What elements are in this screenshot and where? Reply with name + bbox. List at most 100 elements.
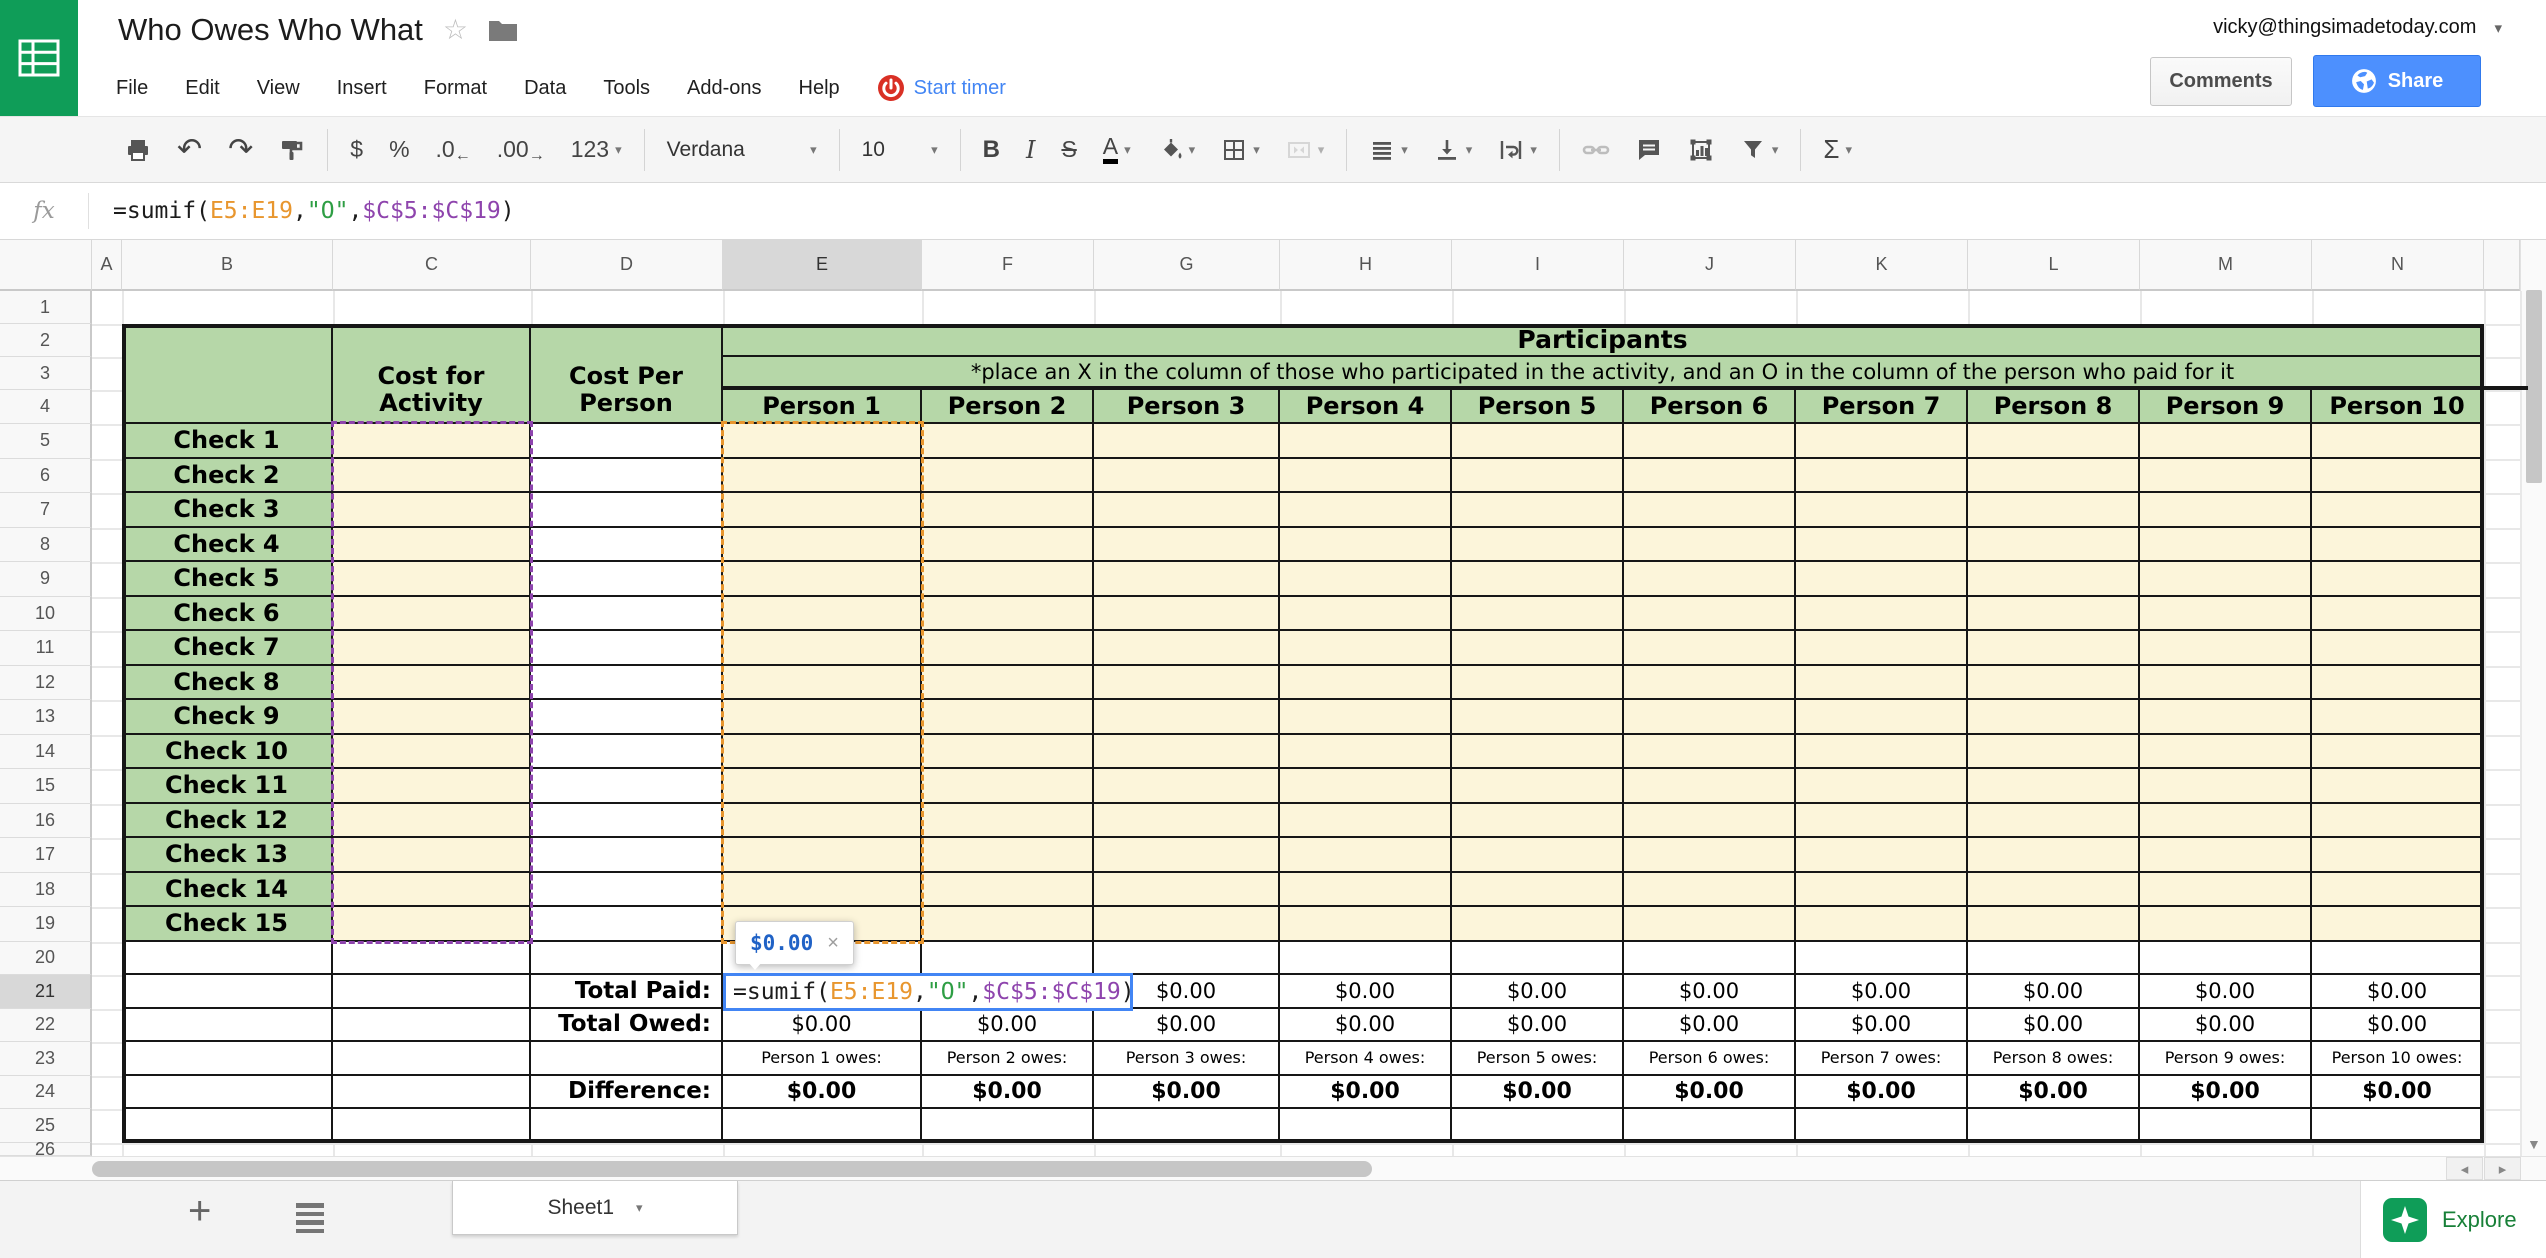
cell-I16[interactable]: [1452, 803, 1624, 838]
star-icon[interactable]: ☆: [443, 16, 468, 44]
cell-E18[interactable]: [723, 872, 922, 907]
cell-G5[interactable]: [1094, 424, 1280, 459]
filter-button[interactable]: ▾: [1727, 126, 1792, 174]
cell-F11[interactable]: [922, 631, 1094, 666]
cell-D7[interactable]: [531, 493, 723, 528]
cell-C8[interactable]: [333, 527, 531, 562]
menu-item-file[interactable]: File: [116, 77, 148, 100]
cell-check-1[interactable]: Check 1: [122, 424, 333, 459]
cell-I14[interactable]: [1452, 734, 1624, 769]
cell-G14[interactable]: [1094, 734, 1280, 769]
cell-check-3[interactable]: Check 3: [122, 493, 333, 528]
cell-owes-label-6[interactable]: Person 6 owes:: [1624, 1042, 1796, 1076]
cell-E25[interactable]: [723, 1109, 922, 1143]
cell-H19[interactable]: [1280, 907, 1452, 942]
cell-total-owed-F[interactable]: $0.00: [922, 1008, 1094, 1042]
cell-J9[interactable]: [1624, 562, 1796, 597]
cell-L10[interactable]: [1968, 596, 2140, 631]
cell-J18[interactable]: [1624, 872, 1796, 907]
cell-C2[interactable]: Cost for Activity: [333, 324, 531, 424]
horizontal-align-button[interactable]: ▾: [1356, 126, 1421, 174]
sheet-tab[interactable]: Sheet1 ▾: [452, 1181, 738, 1235]
cell-F7[interactable]: [922, 493, 1094, 528]
cell-N25[interactable]: [2312, 1109, 2484, 1143]
menu-item-edit[interactable]: Edit: [185, 77, 219, 100]
cell-D15[interactable]: [531, 769, 723, 804]
vertical-scroll-thumb[interactable]: [2526, 290, 2542, 483]
cell-H14[interactable]: [1280, 734, 1452, 769]
cell-check-7[interactable]: Check 7: [122, 631, 333, 666]
cell-C22[interactable]: [333, 1008, 531, 1042]
cell-person-header-5[interactable]: Person 5: [1452, 390, 1624, 424]
cell-total-owed-L[interactable]: $0.00: [1968, 1008, 2140, 1042]
cell-C24[interactable]: [333, 1075, 531, 1109]
text-wrap-button[interactable]: ▾: [1485, 126, 1550, 174]
cell-D16[interactable]: [531, 803, 723, 838]
cell-B2[interactable]: [122, 324, 333, 424]
scroll-down-icon[interactable]: ▼: [2527, 1136, 2541, 1152]
menu-item-help[interactable]: Help: [799, 77, 840, 100]
cell-C6[interactable]: [333, 458, 531, 493]
cell-total-owed-M[interactable]: $0.00: [2140, 1008, 2312, 1042]
cell-M5[interactable]: [2140, 424, 2312, 459]
cell-owes-label-10[interactable]: Person 10 owes:: [2312, 1042, 2484, 1076]
cell-total-owed-G[interactable]: $0.00: [1094, 1008, 1280, 1042]
cell-H15[interactable]: [1280, 769, 1452, 804]
cell-K13[interactable]: [1796, 700, 1968, 735]
cell-J20[interactable]: [1624, 941, 1796, 975]
cell-K25[interactable]: [1796, 1109, 1968, 1143]
column-header-B[interactable]: B: [122, 240, 333, 291]
cell-K7[interactable]: [1796, 493, 1968, 528]
cell-person-header-8[interactable]: Person 8: [1968, 390, 2140, 424]
cell-E6[interactable]: [723, 458, 922, 493]
cell-total-owed-I[interactable]: $0.00: [1452, 1008, 1624, 1042]
cell-J19[interactable]: [1624, 907, 1796, 942]
cell-person-header-9[interactable]: Person 9: [2140, 390, 2312, 424]
cell-H16[interactable]: [1280, 803, 1452, 838]
cell-difference-K[interactable]: $0.00: [1796, 1075, 1968, 1109]
cell-C17[interactable]: [333, 838, 531, 873]
cell-K16[interactable]: [1796, 803, 1968, 838]
cell-difference-H[interactable]: $0.00: [1280, 1075, 1452, 1109]
cell-F20[interactable]: [922, 941, 1094, 975]
cell-D12[interactable]: [531, 665, 723, 700]
increase-decimals-button[interactable]: .00 →: [484, 126, 558, 174]
cell-H6[interactable]: [1280, 458, 1452, 493]
insert-comment-button[interactable]: [1623, 126, 1675, 174]
column-header-H[interactable]: H: [1280, 240, 1452, 291]
cell-F19[interactable]: [922, 907, 1094, 942]
cell-L15[interactable]: [1968, 769, 2140, 804]
cell-check-9[interactable]: Check 9: [122, 700, 333, 735]
cell-K12[interactable]: [1796, 665, 1968, 700]
cell-F18[interactable]: [922, 872, 1094, 907]
menu-item-data[interactable]: Data: [524, 77, 566, 100]
cell-J17[interactable]: [1624, 838, 1796, 873]
cell-D18[interactable]: [531, 872, 723, 907]
column-header-K[interactable]: K: [1796, 240, 1968, 291]
menu-item-insert[interactable]: Insert: [337, 77, 387, 100]
cell-N6[interactable]: [2312, 458, 2484, 493]
scroll-left-button[interactable]: ◂: [2446, 1157, 2483, 1180]
cell-N11[interactable]: [2312, 631, 2484, 666]
cell-difference-L[interactable]: $0.00: [1968, 1075, 2140, 1109]
cell-E17[interactable]: [723, 838, 922, 873]
cell-I9[interactable]: [1452, 562, 1624, 597]
cell-H25[interactable]: [1280, 1109, 1452, 1143]
italic-button[interactable]: I: [1013, 126, 1048, 174]
cell-D2[interactable]: Cost Per Person: [531, 324, 723, 424]
row-header-8[interactable]: 8: [0, 527, 92, 562]
decrease-decimals-button[interactable]: .0 ←: [423, 126, 484, 174]
cell-check-2[interactable]: Check 2: [122, 458, 333, 493]
start-timer[interactable]: Start timer: [877, 74, 1006, 102]
cell-person-header-10[interactable]: Person 10: [2312, 390, 2484, 424]
cell-G6[interactable]: [1094, 458, 1280, 493]
cell-check-12[interactable]: Check 12: [122, 803, 333, 838]
cell-D17[interactable]: [531, 838, 723, 873]
cell-G12[interactable]: [1094, 665, 1280, 700]
cell-total-paid-K[interactable]: $0.00: [1796, 975, 1968, 1009]
cell-M17[interactable]: [2140, 838, 2312, 873]
cell-D6[interactable]: [531, 458, 723, 493]
font-family-select[interactable]: Verdana ▾: [654, 126, 830, 174]
vertical-scrollbar[interactable]: ▼: [2520, 240, 2546, 1156]
cell-difference-G[interactable]: $0.00: [1094, 1075, 1280, 1109]
